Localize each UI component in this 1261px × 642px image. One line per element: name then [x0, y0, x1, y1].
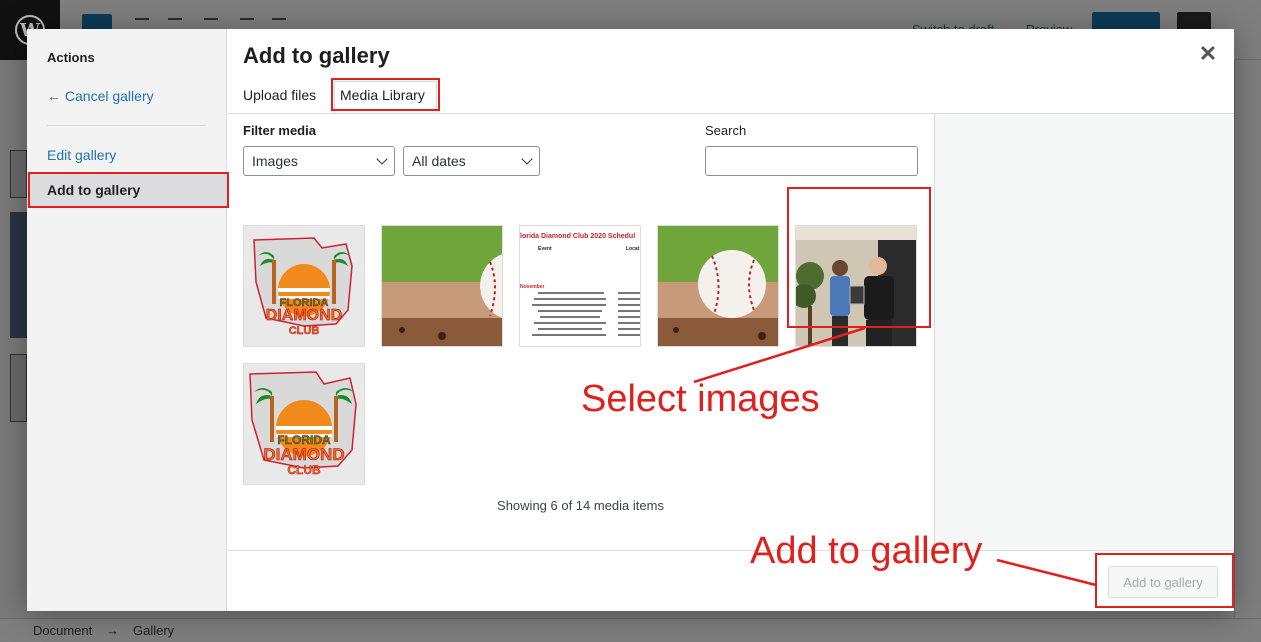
cancel-gallery-link[interactable]: ← Cancel gallery [47, 88, 154, 104]
logo-line-2: DIAMOND [263, 445, 344, 464]
media-item-award-photo-two-men[interactable] [795, 225, 917, 347]
editor-block-thumbnail [10, 354, 27, 422]
schedule-col-event: Event [538, 246, 552, 252]
modal-title: Add to gallery [243, 43, 390, 68]
media-browser: Filter media Images All dates Search FLO… [227, 114, 934, 550]
annotation-select-images: Select images [581, 378, 820, 420]
breadcrumb-document[interactable]: Document [33, 623, 92, 638]
close-icon[interactable]: ✕ [1195, 41, 1221, 67]
annotation-add-to-gallery: Add to gallery [750, 530, 983, 572]
media-search-input[interactable] [705, 146, 918, 176]
add-to-gallery-button[interactable]: Add to gallery [1108, 566, 1218, 598]
media-item-florida-diamond-club-logo[interactable]: FLORIDA DIAMOND CLUB [243, 225, 365, 347]
schedule-col-location: Locat [626, 246, 640, 252]
breadcrumb-separator: → [106, 623, 119, 638]
media-modal-sidebar: Actions ← Cancel gallery Edit gallery Ad… [27, 29, 227, 611]
tab-media-library[interactable]: Media Library [340, 87, 425, 103]
media-modal-main: Add to gallery ✕ Upload files Media Libr… [227, 29, 1234, 611]
schedule-document-image: lorida Diamond Club 2020 Schedul Event L… [520, 226, 640, 346]
schedule-title: lorida Diamond Club 2020 Schedul [520, 233, 635, 240]
editor-breadcrumb: Document → Gallery [0, 618, 1261, 642]
add-to-gallery-menu-label: Add to gallery [47, 182, 141, 198]
logo-line-3: CLUB [287, 463, 321, 477]
chevron-down-icon [521, 153, 533, 165]
baseball-image [658, 226, 778, 346]
media-item-baseball-on-dirt[interactable] [381, 225, 503, 347]
media-count-status: Showing 6 of 14 media items [497, 498, 664, 513]
media-item-florida-diamond-club-logo-2[interactable]: FLORIDA DIAMOND CLUB [243, 363, 365, 485]
breadcrumb-gallery[interactable]: Gallery [133, 623, 174, 638]
editor-block-thumbnail [10, 150, 27, 198]
media-item-florida-diamond-club-2020-schedule[interactable]: lorida Diamond Club 2020 Schedul Event L… [519, 225, 641, 347]
award-photo-image [796, 226, 916, 346]
edit-gallery-link[interactable]: Edit gallery [47, 147, 116, 163]
media-date-select[interactable]: All dates [403, 146, 540, 176]
actions-heading: Actions [47, 50, 95, 65]
media-modal: Actions ← Cancel gallery Edit gallery Ad… [27, 29, 1234, 611]
media-type-select[interactable]: Images [243, 146, 395, 176]
schedule-month: November [520, 284, 545, 290]
florida-diamond-club-logo-image: FLORIDA DIAMOND CLUB [244, 364, 364, 484]
editor-block-thumbnail [10, 212, 27, 338]
settings-sidebar [1234, 60, 1261, 620]
add-to-gallery-menu-item[interactable]: Add to gallery [27, 174, 227, 208]
media-modal-toolbar: Add to gallery [227, 550, 1234, 611]
baseball-image [382, 226, 502, 346]
media-type-value: Images [252, 153, 298, 169]
tab-upload-files[interactable]: Upload files [243, 87, 316, 103]
media-date-value: All dates [412, 153, 466, 169]
chevron-down-icon [376, 153, 388, 165]
media-item-baseball-on-dirt-2[interactable] [657, 225, 779, 347]
filter-media-label: Filter media [243, 123, 316, 138]
florida-diamond-club-logo-image: FLORIDA DIAMOND CLUB [244, 226, 364, 346]
logo-line-2: DIAMOND [266, 307, 342, 324]
search-label: Search [705, 123, 747, 138]
sidebar-divider [47, 125, 206, 126]
logo-line-3: CLUB [289, 325, 320, 337]
attachment-details-pane [934, 114, 1234, 550]
